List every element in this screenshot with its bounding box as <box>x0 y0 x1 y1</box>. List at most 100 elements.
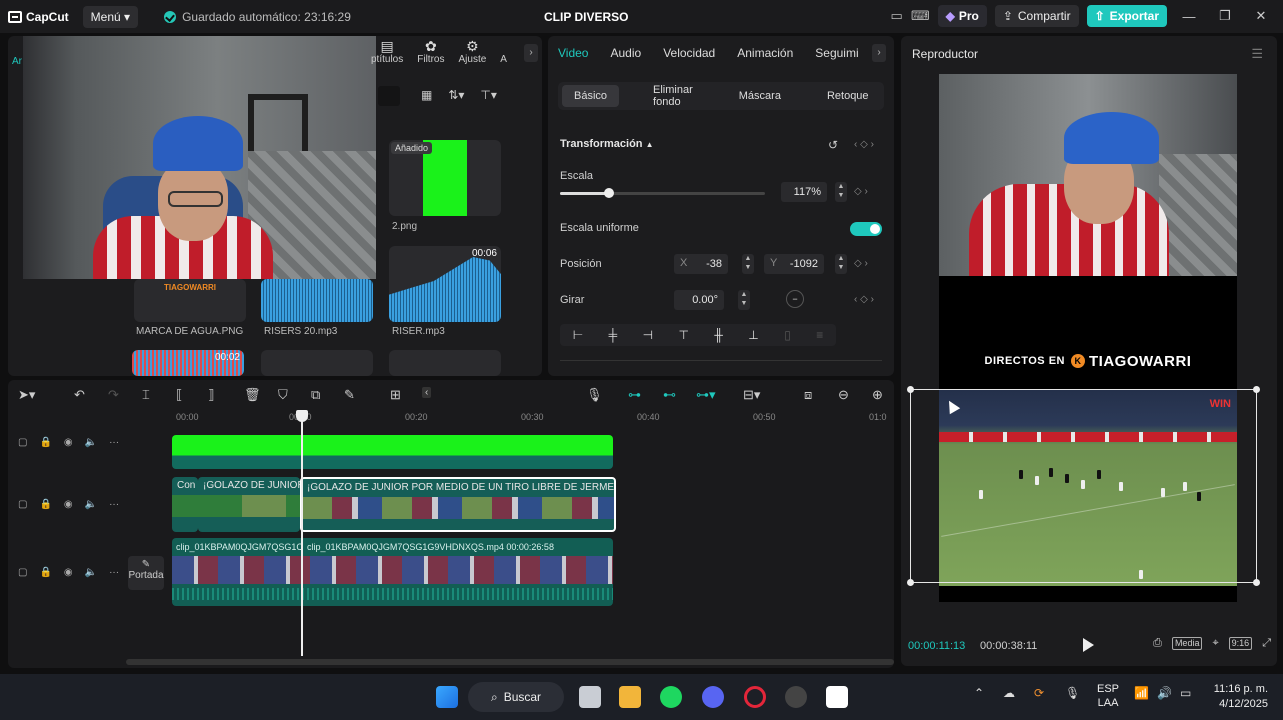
shield-icon[interactable]: ⛉ <box>278 387 288 403</box>
scale-value-input[interactable]: 117% <box>781 182 827 202</box>
fullscreen-icon[interactable]: ⤢ <box>1262 637 1271 650</box>
obs-icon[interactable] <box>785 686 807 708</box>
eye-icon[interactable]: ◉ <box>64 499 73 510</box>
play-icon[interactable] <box>1083 638 1094 652</box>
align-top-icon[interactable]: ⊤ <box>678 328 688 342</box>
magnet-icon[interactable]: ⊷ <box>663 387 676 403</box>
green-screen-clip[interactable] <box>172 435 613 469</box>
multitrack-icon[interactable]: ⊞ <box>390 387 401 403</box>
aspect-ratio-button[interactable]: 9:16 <box>1228 637 1253 650</box>
timeline-scrollbar[interactable] <box>126 659 894 665</box>
link-main-track-icon[interactable]: ⊶ <box>628 387 641 403</box>
uniform-scale-toggle[interactable] <box>850 222 882 236</box>
sync-icon[interactable]: ⟳ <box>1034 686 1044 700</box>
split-right-icon[interactable]: ⟧ <box>208 387 214 403</box>
snapshot-icon[interactable]: ⎙ <box>1153 637 1162 650</box>
zoom-out-icon[interactable]: ⊖ <box>838 387 849 403</box>
track-thumb-icon[interactable]: ▢ <box>18 499 27 510</box>
select-tool-icon[interactable]: ➤▾ <box>18 387 35 403</box>
resize-handle[interactable] <box>907 579 914 586</box>
playhead[interactable] <box>296 410 308 656</box>
tab-video[interactable]: Video <box>558 46 588 60</box>
ai-icon[interactable]: ✎ <box>344 387 355 403</box>
menu-icon[interactable]: ☰ <box>1251 46 1263 62</box>
selected-video-clip[interactable]: ¡GOLAZO DE JUNIOR POR MEDIO DE UN TIRO L… <box>300 477 616 532</box>
lock-icon[interactable]: 🔒 <box>39 499 51 510</box>
filter-type-icon[interactable]: ⊤▾ <box>480 88 496 102</box>
tab-audio[interactable]: Audio <box>610 46 641 60</box>
scale-stepper[interactable]: ▲ ▼ <box>835 182 847 202</box>
position-y-input[interactable]: Y -1092 <box>764 254 824 274</box>
media-item-empty[interactable] <box>261 350 373 376</box>
main-video-clip[interactable]: clip_01KBPAM0QJGM7QSG1C clip_01KBPAM0QJG… <box>172 538 613 606</box>
grid-view-icon[interactable]: ▦ <box>421 88 432 102</box>
capcut-taskbar-icon[interactable] <box>826 686 848 708</box>
search-input[interactable] <box>378 86 400 106</box>
tab-animation[interactable]: Animación <box>737 46 793 60</box>
fit-icon[interactable]: ⌖ <box>1212 637 1218 650</box>
undo-icon[interactable]: ↶ <box>74 387 85 403</box>
keyframe-icon[interactable]: ◇ › <box>854 186 868 197</box>
volume-icon[interactable]: 🔊 <box>1157 686 1172 700</box>
position-y-stepper[interactable]: ▲ ▼ <box>835 254 847 274</box>
scale-slider[interactable] <box>560 188 765 198</box>
export-button[interactable]: ⇧ Exportar <box>1086 5 1167 27</box>
align-center-v-icon[interactable]: ╫ <box>714 328 723 342</box>
media-item-audio[interactable]: 00:02 <box>132 350 244 376</box>
resize-handle[interactable] <box>907 386 914 393</box>
collapse-icon[interactable]: ‹ <box>422 387 432 398</box>
discord-icon[interactable] <box>702 686 724 708</box>
tray-chevron-up-icon[interactable]: ⌃ <box>974 686 984 700</box>
eye-icon[interactable]: ◉ <box>64 567 73 578</box>
cover-button[interactable]: ✎ Portada <box>128 556 164 590</box>
spotify-icon[interactable] <box>660 686 682 708</box>
media-tab-partial[interactable]: Ar <box>12 56 22 67</box>
split-left-icon[interactable]: ⟦ <box>176 387 182 403</box>
layout-icon[interactable]: ▭ <box>891 8 903 24</box>
crop-icon[interactable]: ⧉ <box>311 387 320 403</box>
close-icon[interactable]: ✕ <box>1247 8 1275 24</box>
folder-icon[interactable] <box>619 686 641 708</box>
position-x-stepper[interactable]: ▲ ▼ <box>742 254 754 274</box>
sort-icon[interactable]: ⇅▾ <box>448 88 464 102</box>
selection-box[interactable] <box>907 386 1260 586</box>
resize-handle[interactable] <box>1253 386 1260 393</box>
cloud-icon[interactable]: ☁ <box>1003 686 1015 700</box>
file-explorer-window-icon[interactable] <box>579 686 601 708</box>
tab-tracking[interactable]: Seguimi <box>815 46 858 60</box>
video-clip[interactable]: Con <box>172 477 198 532</box>
minimize-icon[interactable]: — <box>1175 9 1203 24</box>
rotate-value-input[interactable]: 0.00° <box>674 290 724 310</box>
keyframe-icon[interactable]: ‹ ◇ › <box>854 139 874 150</box>
keyframe-icon[interactable]: ‹ ◇ › <box>854 294 874 305</box>
tabs-scroll-right-icon[interactable]: › <box>524 44 538 62</box>
preview-axis-icon[interactable]: ⊟▾ <box>743 387 760 403</box>
more-icon[interactable]: ··· <box>109 567 119 578</box>
more-icon[interactable]: ··· <box>109 499 119 510</box>
share-button[interactable]: ⇪ Compartir <box>994 5 1079 27</box>
media-item-watermark[interactable]: TIAGOWARRI <box>134 279 246 322</box>
shortcuts-icon[interactable]: ⌨ <box>911 8 930 24</box>
subtab-remove-bg[interactable]: Eliminar fondo <box>641 79 705 113</box>
time-ruler[interactable]: 00:00 00:10 00:20 00:30 00:40 00:50 01:0 <box>172 412 894 426</box>
scale-slider-handle[interactable] <box>604 188 614 198</box>
subtab-basic[interactable]: Básico <box>562 85 620 107</box>
opera-icon[interactable] <box>744 686 766 708</box>
track-thumb-icon[interactable]: ▢ <box>18 567 27 578</box>
lock-icon[interactable]: 🔒 <box>39 437 51 448</box>
align-bottom-icon[interactable]: ⊥ <box>748 328 758 342</box>
lock-icon[interactable]: 🔒 <box>39 567 51 578</box>
taskbar-search[interactable]: ⌕ Buscar <box>468 682 564 712</box>
battery-icon[interactable]: ▭ <box>1180 686 1191 700</box>
keyframe-icon[interactable]: ◇ › <box>854 258 868 269</box>
media-item-empty[interactable] <box>389 350 501 376</box>
more-icon[interactable]: ··· <box>109 437 119 448</box>
resize-handle[interactable] <box>1253 579 1260 586</box>
video-clip[interactable]: ¡GOLAZO DE JUNIOR <box>198 477 300 532</box>
speaker-icon[interactable]: 🔈 <box>85 499 97 510</box>
align-center-h-icon[interactable]: ╪ <box>609 328 618 342</box>
split-icon[interactable]: ⌶ <box>142 387 150 403</box>
subtab-retouch[interactable]: Retoque <box>815 85 881 107</box>
track-thumb-icon[interactable]: ▢ <box>18 437 27 448</box>
reset-icon[interactable]: ↺ <box>828 138 838 152</box>
